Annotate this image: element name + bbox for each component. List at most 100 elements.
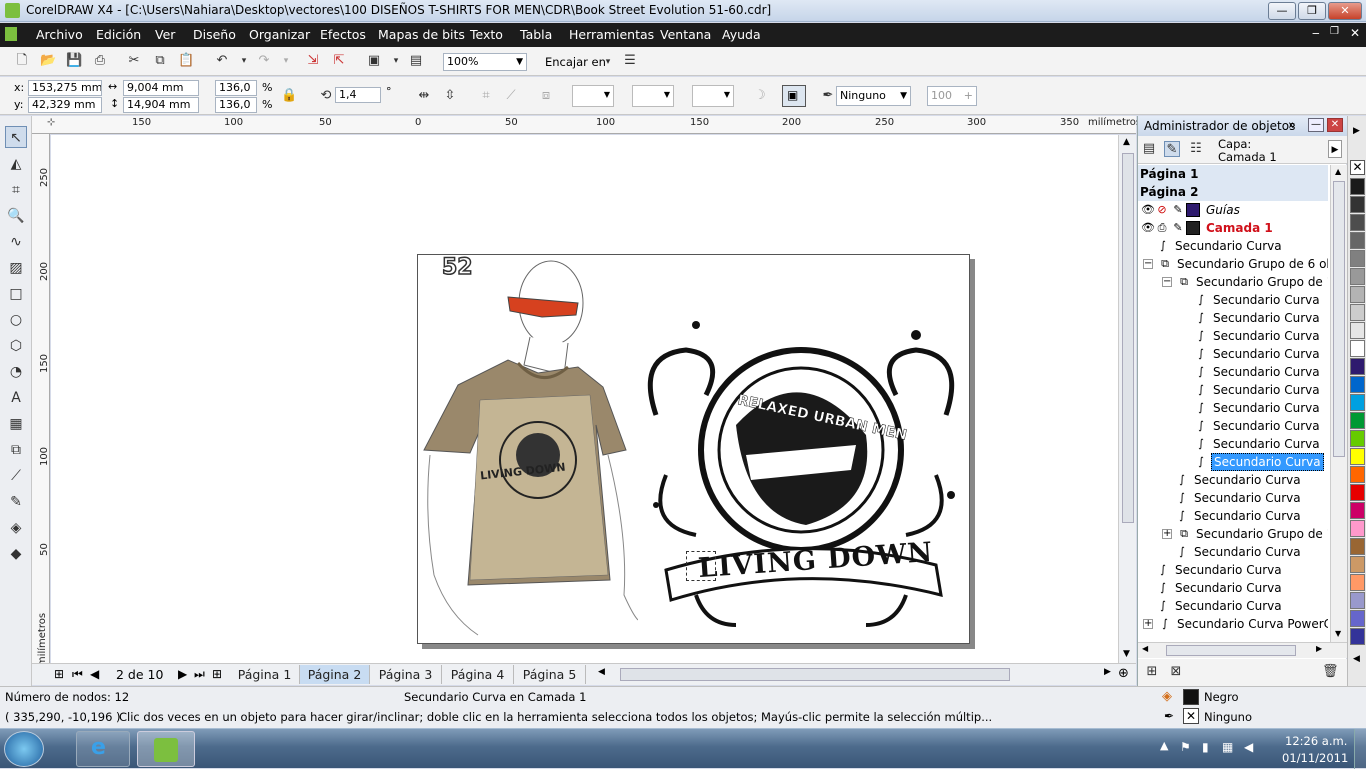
rectangle-tool-icon[interactable]: □ [5, 283, 27, 305]
expand-icon[interactable]: + [1162, 529, 1172, 539]
polygon-tool-icon[interactable]: ⬡ [5, 335, 27, 357]
app-launcher-icon[interactable]: ▣ [366, 53, 382, 69]
color-swatch[interactable] [1350, 340, 1365, 357]
crop-tool-icon[interactable]: ⌗ [5, 179, 27, 201]
outline-none-swatch[interactable]: ✕ [1183, 708, 1199, 724]
layer-manager-view-icon[interactable]: ☷ [1188, 141, 1204, 157]
color-swatch[interactable] [1350, 358, 1365, 375]
tree-object-row[interactable]: −⧉ Secundario Grupo de 6 objet [1138, 255, 1328, 273]
menu-ventana[interactable]: Ventana [660, 27, 711, 42]
tree-object-row[interactable]: ∫ Secundario Curva [1138, 543, 1328, 561]
options-icon[interactable]: ☰ [622, 53, 638, 69]
tree-page-2[interactable]: Página 2 [1138, 183, 1328, 201]
app-launcher-dropdown-icon[interactable]: ▾ [388, 53, 404, 69]
add-page-before-icon[interactable]: ⊞ [54, 667, 64, 681]
scroll-up-icon[interactable]: ▲ [1335, 167, 1341, 176]
network-icon[interactable]: ▦ [1222, 740, 1233, 754]
menu-diseno[interactable]: Diseño [193, 27, 236, 42]
doc-restore-button[interactable]: ❐ [1330, 26, 1339, 37]
menu-mapas-de-bits[interactable]: Mapas de bits [378, 27, 465, 42]
palette-scroll-down-icon[interactable]: ◀ [1353, 654, 1360, 664]
color-swatch[interactable] [1350, 430, 1365, 447]
palette-scroll-up-icon[interactable]: ▶ [1353, 126, 1360, 136]
tab-pagina-3[interactable]: Página 3 [370, 665, 442, 684]
horizontal-scroll-thumb[interactable] [620, 668, 1010, 681]
line-end-dropdown[interactable]: ▼ [692, 85, 734, 107]
first-page-icon[interactable]: ⏮ [72, 667, 83, 682]
menu-ayuda[interactable]: Ayuda [722, 27, 761, 42]
outline-width-select[interactable]: Ninguno ▼ [836, 86, 911, 106]
ellipse-tool-icon[interactable]: ○ [5, 309, 27, 331]
undo-dropdown-icon[interactable]: ▾ [236, 53, 252, 69]
import-icon[interactable]: ⇲ [305, 53, 321, 69]
tab-pagina-1[interactable]: Página 1 [230, 665, 300, 684]
printer-icon[interactable]: ⎙ [1155, 221, 1169, 235]
rotation-field[interactable]: 1,4 [335, 87, 381, 103]
tab-pagina-2[interactable]: Página 2 [300, 665, 370, 684]
fill-tool-icon[interactable]: ◈ [5, 517, 27, 539]
menu-edicion[interactable]: Edición [96, 27, 141, 42]
taskbar-coreldraw[interactable] [137, 731, 195, 767]
color-swatch[interactable] [1350, 448, 1365, 465]
show-properties-icon[interactable]: ▤ [1141, 141, 1157, 157]
outline-style-dropdown[interactable]: ▼ [632, 85, 674, 107]
tray-arrow-icon[interactable]: ▲ [1160, 739, 1168, 752]
scale-y-field[interactable]: 136,0 [215, 97, 257, 113]
maximize-button[interactable]: ❐ [1298, 2, 1326, 20]
color-swatch[interactable] [1350, 286, 1365, 303]
menu-herramientas[interactable]: Herramientas [569, 27, 654, 42]
tree-object-row[interactable]: + ⧉ Secundario Grupo de 11 [1138, 525, 1328, 543]
scroll-right-icon[interactable]: ▶ [1316, 644, 1322, 653]
docker-minimize-icon[interactable]: — [1308, 118, 1324, 132]
tree-object-row[interactable]: ∫ Secundario Curva [1138, 309, 1328, 327]
menu-organizar[interactable]: Organizar [249, 27, 310, 42]
collapse-icon[interactable]: − [1162, 277, 1172, 287]
zoom-tool-icon[interactable]: 🔍 [5, 205, 27, 227]
no-print-icon[interactable]: ⊘ [1155, 203, 1169, 217]
smart-fill-icon[interactable]: ▨ [5, 257, 27, 279]
close-button[interactable]: ✕ [1328, 2, 1362, 20]
weld-icon[interactable]: ⧈ [538, 88, 554, 104]
last-page-icon[interactable]: ⏭ [194, 667, 205, 682]
scroll-right-icon[interactable]: ▶ [1104, 667, 1111, 677]
vertical-scrollbar[interactable]: ▲ ▼ [1118, 135, 1136, 663]
redo-icon[interactable]: ↷ [256, 53, 272, 69]
snap-dropdown-icon[interactable]: ▾ [600, 54, 616, 70]
delete-icon[interactable]: 🗑 [1322, 664, 1339, 680]
clock-date[interactable]: 01/11/2011 [1282, 751, 1348, 765]
add-page-after-icon[interactable]: ⊞ [212, 667, 222, 681]
line-icon[interactable]: ⟋ [503, 88, 519, 104]
fill-style-dropdown[interactable]: ▼ [572, 85, 614, 107]
collapse-icon[interactable]: − [1143, 259, 1153, 269]
color-swatch[interactable] [1350, 214, 1365, 231]
taskbar-internet-explorer[interactable]: e [76, 731, 130, 767]
color-swatch[interactable] [1350, 520, 1365, 537]
eyedropper-tool-icon[interactable]: ⟋ [5, 465, 27, 487]
next-page-icon[interactable]: ▶ [178, 667, 187, 681]
color-swatch[interactable] [1350, 232, 1365, 249]
color-swatch[interactable] [1350, 394, 1365, 411]
ruler-origin-icon[interactable]: ⊹ [47, 117, 55, 128]
expand-icon[interactable]: + [1143, 619, 1153, 629]
interactive-fill-icon[interactable]: ◆ [5, 543, 27, 565]
selection-handles[interactable] [686, 551, 716, 581]
flag-icon[interactable]: ⚑ [1180, 740, 1191, 754]
tree-object-row[interactable]: ∫ Secundario Curva [1138, 471, 1328, 489]
tree-object-row[interactable]: ∫ Secundario Curva [1138, 453, 1328, 471]
tree-object-row[interactable]: ∫ Secundario Curva [1138, 345, 1328, 363]
docker-close-icon[interactable]: ✕ [1327, 118, 1343, 132]
shape-tool-icon[interactable]: ◭ [5, 153, 27, 175]
fill-color-swatch[interactable] [1183, 689, 1199, 705]
color-swatch[interactable] [1350, 610, 1365, 627]
tree-object-row[interactable]: ∫ Secundario Curva [1138, 561, 1328, 579]
doc-minimize-button[interactable]: ‒ [1312, 26, 1320, 40]
outline-tool-icon[interactable]: ✎ [5, 491, 27, 513]
tree-object-row[interactable]: ∫ Secundario Curva [1138, 597, 1328, 615]
save-icon[interactable]: 💾 [66, 53, 82, 69]
tree-object-row[interactable]: ∫ Secundario Curva [1138, 507, 1328, 525]
new-master-layer-icon[interactable]: ⊠ [1168, 664, 1184, 680]
undo-icon[interactable]: ↶ [214, 53, 230, 69]
prev-page-icon[interactable]: ◀ [90, 667, 99, 681]
color-swatch[interactable] [1350, 196, 1365, 213]
scroll-left-icon[interactable]: ◀ [1142, 644, 1148, 653]
